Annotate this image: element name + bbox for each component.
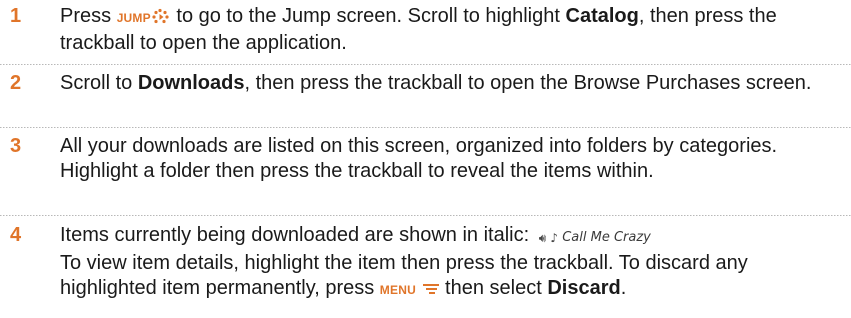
step-2-text: 2 Scroll to Downloads, then press the tr…: [0, 67, 851, 96]
jump-key-label: JUMP: [116, 11, 151, 25]
step-number: 3: [10, 135, 22, 157]
sample-item-title: Call Me Crazy: [562, 230, 651, 245]
catalog-label: Catalog: [565, 5, 639, 27]
divider: [0, 64, 851, 65]
step-text: Items currently being downloaded are sho…: [60, 224, 535, 246]
step-2: 2 Scroll to Downloads, then press the tr…: [0, 67, 851, 96]
step-text: Scroll to: [60, 72, 138, 94]
step-text: then select: [439, 277, 548, 299]
step-number: 4: [10, 224, 22, 246]
discard-label: Discard: [547, 277, 621, 299]
step-text: , then press the trackball to open the B…: [244, 72, 812, 94]
italic-download-sample: 🔊︎ ♪ Call Me Crazy: [539, 230, 651, 245]
instruction-steps: 1 Press JUMP to go to the Jump screen. S…: [0, 0, 851, 318]
jump-key-icon: [151, 6, 171, 31]
step-3-text: 3 All your downloads are listed on this …: [0, 130, 851, 184]
step-4: 4 Items currently being downloaded are s…: [0, 219, 851, 303]
divider: [0, 127, 851, 128]
music-note-icon: ♪: [550, 231, 559, 245]
menu-key-icon: [422, 278, 440, 303]
step-text: Press: [60, 5, 117, 27]
step-number: 2: [10, 72, 22, 94]
menu-key-label: MENU: [379, 283, 416, 297]
step-1-text: 1 Press JUMP to go to the Jump screen. S…: [0, 0, 851, 56]
downloads-label: Downloads: [137, 72, 245, 94]
step-3: 3 All your downloads are listed on this …: [0, 130, 851, 184]
step-1: 1 Press JUMP to go to the Jump screen. S…: [0, 0, 851, 56]
step-number: 1: [10, 5, 22, 27]
divider: [0, 215, 851, 216]
step-text: .: [620, 277, 627, 299]
speaker-icon: 🔊︎: [538, 231, 547, 245]
step-4-text: 4 Items currently being downloaded are s…: [0, 219, 851, 303]
step-text: All your downloads are listed on this sc…: [60, 135, 778, 182]
step-text: to go to the Jump screen. Scroll to high…: [170, 5, 566, 27]
